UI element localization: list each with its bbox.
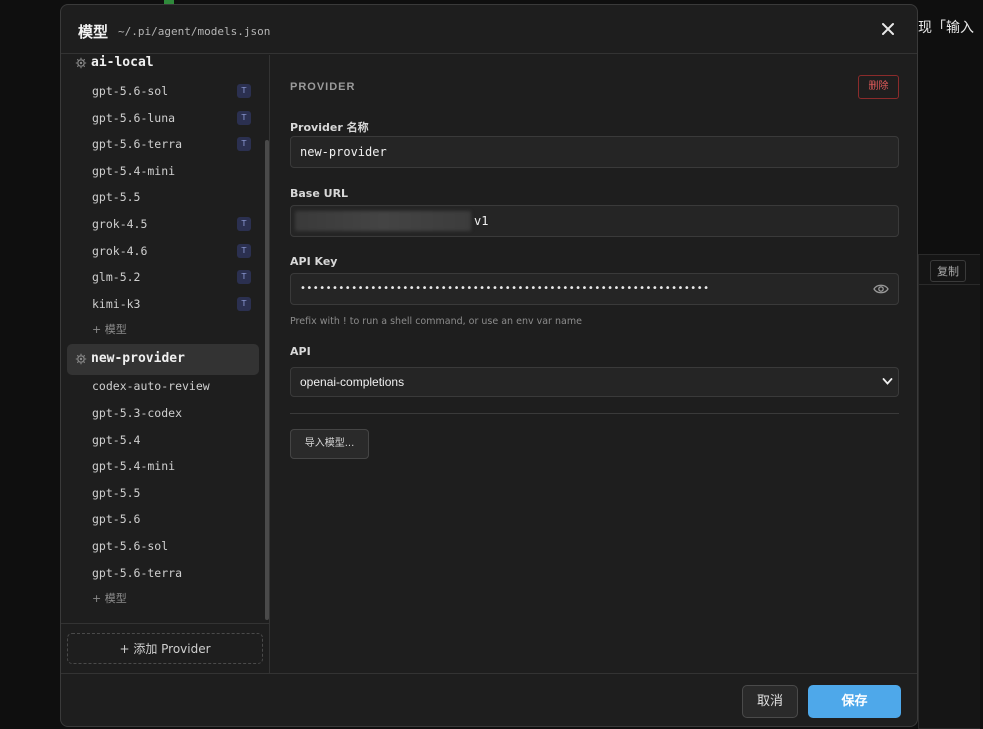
- add-model-link[interactable]: + 模型: [92, 321, 127, 337]
- model-item[interactable]: gpt-5.6-terra: [92, 566, 182, 580]
- provider-item-new-provider[interactable]: new-provider: [67, 344, 259, 376]
- model-item[interactable]: codex-auto-review: [92, 379, 210, 393]
- save-button[interactable]: 保存: [808, 685, 901, 718]
- provider-item-ai-local[interactable]: ai-local: [67, 55, 259, 79]
- sidebar-scrollbar[interactable]: [265, 140, 269, 620]
- close-icon[interactable]: [881, 22, 895, 36]
- form-divider: [290, 413, 899, 414]
- cancel-button[interactable]: 取消: [742, 685, 798, 718]
- api-label: API: [290, 345, 311, 358]
- model-item[interactable]: glm-5.2: [92, 270, 140, 284]
- model-item[interactable]: gpt-5.5: [92, 486, 140, 500]
- background-panel: 复制: [918, 254, 980, 729]
- section-title: PROVIDER: [290, 81, 356, 93]
- base-url-suffix: v1: [474, 214, 489, 228]
- provider-form: PROVIDER 删除 Provider 名称 new-provider Bas…: [271, 55, 917, 673]
- api-select-value: openai-completions: [300, 375, 405, 389]
- model-item[interactable]: grok-4.6: [92, 244, 147, 258]
- sidebar-footer: + 添加 Provider: [61, 623, 269, 673]
- modal-header: 模型 ~/.pi/agent/models.json: [61, 5, 917, 54]
- api-key-masked: ••••••••••••••••••••••••••••••••••••••••…: [300, 283, 710, 294]
- config-path: ~/.pi/agent/models.json: [118, 25, 271, 38]
- model-item[interactable]: gpt-5.6-sol: [92, 539, 168, 553]
- provider-list: ai-local gpt-5.6-sol Tgpt-5.6-luna Tgpt-5.6…: [61, 55, 265, 620]
- tool-badge: T: [237, 217, 251, 231]
- model-item[interactable]: gpt-5.4: [92, 433, 140, 447]
- model-item[interactable]: gpt-5.3-codex: [92, 406, 182, 420]
- provider-name: new-provider: [91, 351, 185, 367]
- provider-name: ai-local: [91, 55, 154, 70]
- model-item[interactable]: gpt-5.6-sol: [92, 84, 168, 98]
- model-item[interactable]: gpt-5.6-luna: [92, 111, 175, 125]
- tool-badge: T: [237, 243, 251, 258]
- gear-icon: [75, 57, 87, 69]
- background-text: 现「输入: [918, 20, 974, 36]
- tool-badge: T: [237, 137, 251, 152]
- delete-provider-button[interactable]: 删除: [858, 75, 899, 99]
- model-item[interactable]: grok-4.5: [92, 217, 147, 231]
- provider-name-label: Provider 名称: [290, 121, 369, 134]
- tool-badge: T: [237, 110, 251, 125]
- modal-title: 模型: [78, 23, 109, 41]
- api-select[interactable]: openai-completions: [290, 367, 899, 397]
- model-item[interactable]: gpt-5.6: [92, 512, 140, 526]
- model-item[interactable]: gpt-5.6-terra: [92, 137, 182, 151]
- api-key-hint: Prefix with ! to run a shell command, or…: [290, 316, 582, 327]
- background-panel-bar: 复制: [919, 255, 980, 285]
- tool-badge: T: [237, 84, 251, 98]
- model-item[interactable]: kimi-k3: [92, 297, 140, 311]
- tool-badge: T: [237, 270, 251, 285]
- redacted-url: [295, 211, 471, 231]
- model-item[interactable]: gpt-5.4-mini: [92, 164, 175, 178]
- eye-icon[interactable]: [873, 282, 889, 296]
- import-models-button[interactable]: 导入模型...: [290, 429, 369, 459]
- tool-badge: T: [237, 296, 251, 311]
- models-modal: 模型 ~/.pi/agent/models.json ai-local gpt-5…: [60, 4, 918, 727]
- model-item[interactable]: gpt-5.5: [92, 190, 140, 204]
- base-url-label: Base URL: [290, 187, 349, 200]
- chevron-down-icon: [882, 378, 893, 385]
- api-key-label: API Key: [290, 255, 338, 268]
- provider-sidebar: ai-local gpt-5.6-sol Tgpt-5.6-luna Tgpt-5.6…: [61, 55, 270, 673]
- provider-name-input[interactable]: new-provider: [290, 136, 899, 168]
- model-item[interactable]: gpt-5.4-mini: [92, 459, 175, 473]
- modal-footer: 取消 保存: [61, 673, 917, 726]
- base-url-input[interactable]: v1: [290, 205, 899, 237]
- add-model-link[interactable]: + 模型: [92, 590, 127, 606]
- gear-icon: [75, 354, 87, 365]
- add-provider-button[interactable]: + 添加 Provider: [67, 633, 263, 664]
- copy-button[interactable]: 复制: [930, 260, 966, 282]
- api-key-input[interactable]: ••••••••••••••••••••••••••••••••••••••••…: [290, 273, 899, 305]
